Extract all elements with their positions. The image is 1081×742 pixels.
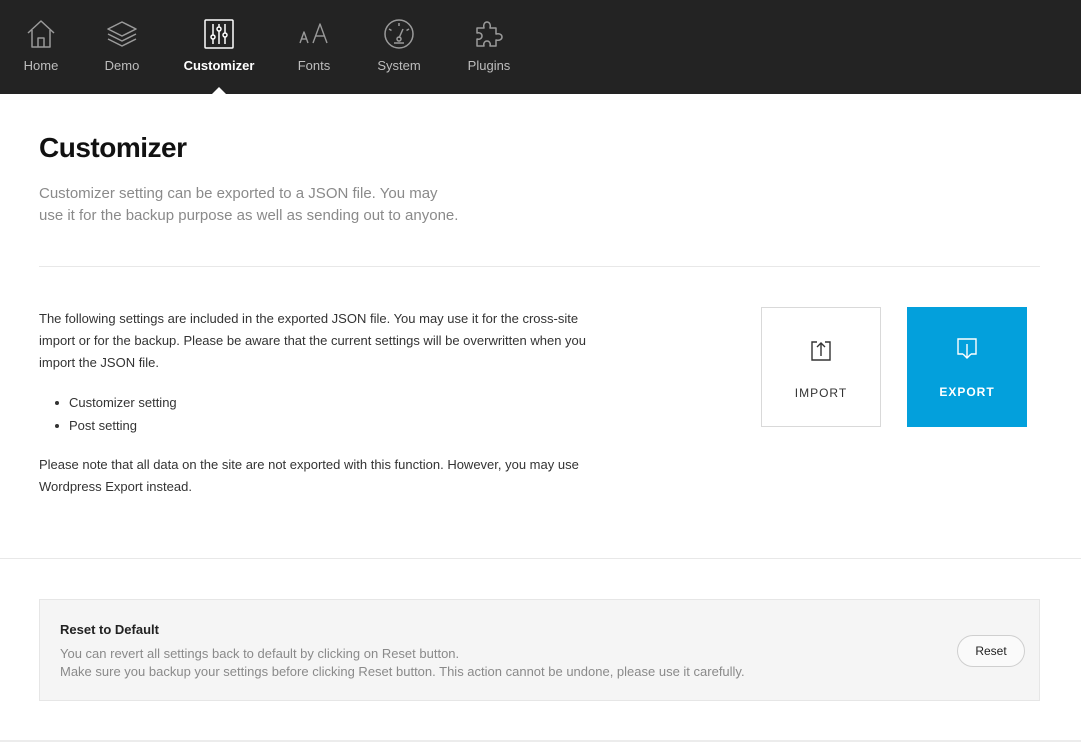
nav-item-home[interactable]: Home bbox=[14, 0, 68, 94]
active-indicator bbox=[212, 87, 226, 94]
nav-label-system: System bbox=[377, 58, 421, 73]
divider bbox=[0, 558, 1081, 559]
intro-line-2: use it for the backup purpose as well as… bbox=[39, 207, 459, 224]
export-label: EXPORT bbox=[939, 385, 995, 399]
nav-item-system[interactable]: System bbox=[372, 0, 426, 94]
list-item: Post setting bbox=[53, 414, 177, 437]
nav-item-customizer[interactable]: Customizer bbox=[182, 0, 256, 94]
import-label: IMPORT bbox=[794, 386, 848, 400]
reset-panel: Reset to Default You can revert all sett… bbox=[39, 599, 1040, 701]
home-icon bbox=[25, 18, 57, 50]
nav-label-fonts: Fonts bbox=[297, 58, 331, 73]
page-intro: Customizer setting can be exported to a … bbox=[39, 183, 509, 227]
puzzle-icon bbox=[473, 18, 505, 50]
layers-icon bbox=[106, 18, 138, 50]
intro-line-1: Customizer setting can be exported to a … bbox=[39, 185, 438, 202]
import-button[interactable]: IMPORT bbox=[761, 307, 881, 427]
nav-label-demo: Demo bbox=[104, 58, 140, 73]
page-title: Customizer bbox=[39, 132, 187, 163]
list-item: Customizer setting bbox=[53, 391, 177, 414]
reset-line-2: Make sure you backup your settings befor… bbox=[60, 664, 745, 679]
divider bbox=[39, 266, 1040, 267]
nav-label-home: Home bbox=[23, 58, 59, 73]
reset-line-1: You can revert all settings back to defa… bbox=[60, 646, 460, 661]
nav-label-customizer: Customizer bbox=[183, 58, 255, 73]
gauge-icon bbox=[383, 18, 415, 50]
export-button[interactable]: EXPORT bbox=[907, 307, 1027, 427]
reset-description: You can revert all settings back to defa… bbox=[60, 645, 745, 681]
sliders-icon bbox=[203, 18, 235, 50]
nav-label-plugins: Plugins bbox=[467, 58, 511, 73]
top-nav: Home Demo Customizer Fonts System Plugin… bbox=[0, 0, 1081, 94]
export-description: The following settings are included in t… bbox=[39, 311, 587, 370]
nav-item-fonts[interactable]: Fonts bbox=[287, 0, 341, 94]
font-size-icon bbox=[298, 18, 330, 50]
reset-title: Reset to Default bbox=[60, 622, 159, 637]
download-icon bbox=[955, 337, 979, 361]
nav-item-plugins[interactable]: Plugins bbox=[461, 0, 517, 94]
settings-list: Customizer setting Post setting bbox=[53, 391, 177, 437]
nav-item-demo[interactable]: Demo bbox=[95, 0, 149, 94]
upload-icon bbox=[809, 338, 833, 362]
reset-button[interactable]: Reset bbox=[957, 635, 1025, 667]
export-note: Please note that all data on the site ar… bbox=[39, 457, 579, 494]
